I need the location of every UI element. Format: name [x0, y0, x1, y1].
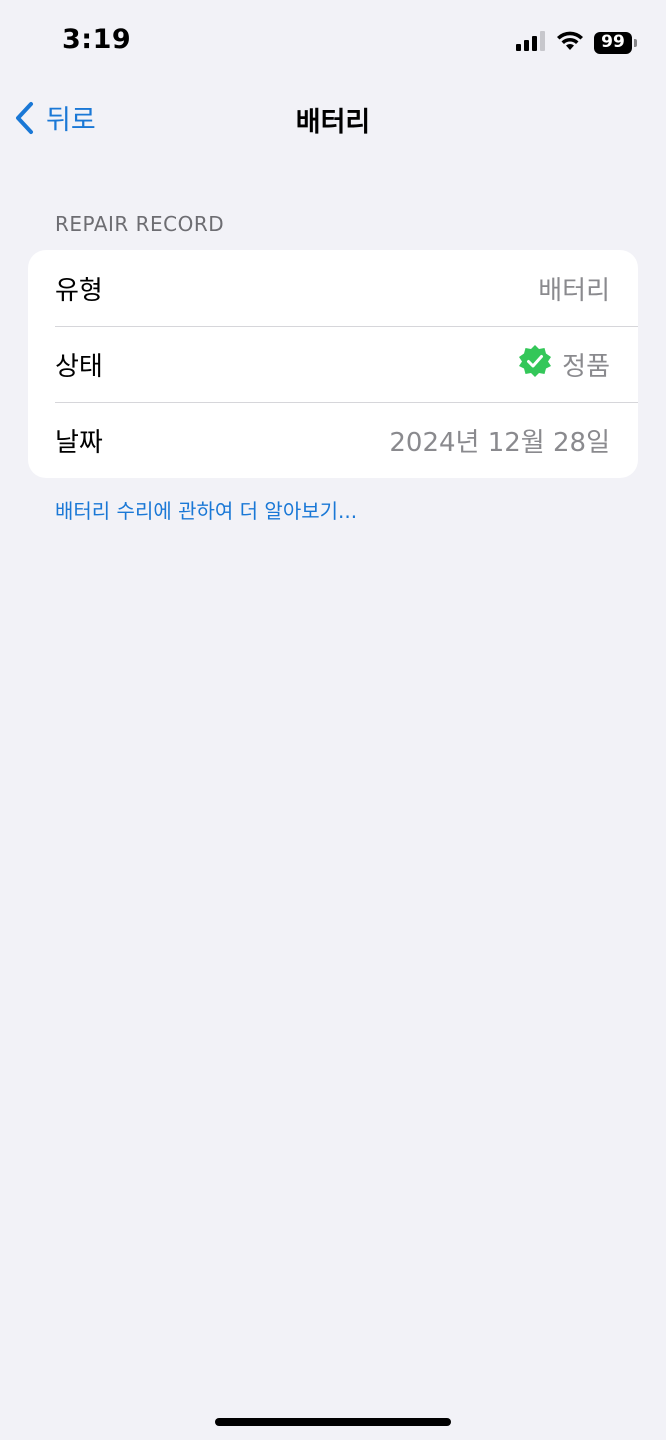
section-header: REPAIR RECORD — [55, 212, 225, 236]
battery-icon: 99 — [594, 31, 637, 54]
back-button[interactable]: 뒤로 — [14, 98, 96, 137]
wifi-icon — [556, 30, 584, 55]
status-text: 정품 — [562, 351, 610, 382]
chevron-left-icon — [14, 101, 34, 135]
row-date: 날짜 2024년 12월 28일 — [28, 402, 638, 478]
row-value: 2024년 12월 28일 — [389, 427, 610, 458]
row-label: 날짜 — [55, 427, 103, 458]
row-label: 상태 — [55, 351, 103, 382]
navigation-bar: 배터리 뒤로 — [0, 88, 666, 148]
repair-record-list: 유형 배터리 상태 정품 날짜 2024년 12월 28일 — [28, 250, 638, 478]
row-value: 배터리 — [538, 275, 610, 306]
status-icons: 99 — [516, 30, 637, 55]
status-time: 3:19 — [62, 24, 132, 55]
row-status: 상태 정품 — [28, 326, 638, 402]
row-value-status: 정품 — [518, 344, 610, 385]
verified-badge-icon — [518, 344, 552, 385]
cellular-signal-icon — [516, 30, 546, 55]
status-bar: 3:19 99 — [0, 0, 666, 80]
learn-more-link[interactable]: 배터리 수리에 관하여 더 알아보기... — [55, 495, 357, 524]
battery-tip — [634, 38, 637, 47]
battery-level: 99 — [601, 32, 625, 52]
row-label: 유형 — [55, 275, 103, 306]
page-title: 배터리 — [295, 107, 371, 138]
home-indicator[interactable] — [215, 1418, 451, 1426]
row-type: 유형 배터리 — [28, 250, 638, 326]
back-label: 뒤로 — [46, 105, 96, 136]
